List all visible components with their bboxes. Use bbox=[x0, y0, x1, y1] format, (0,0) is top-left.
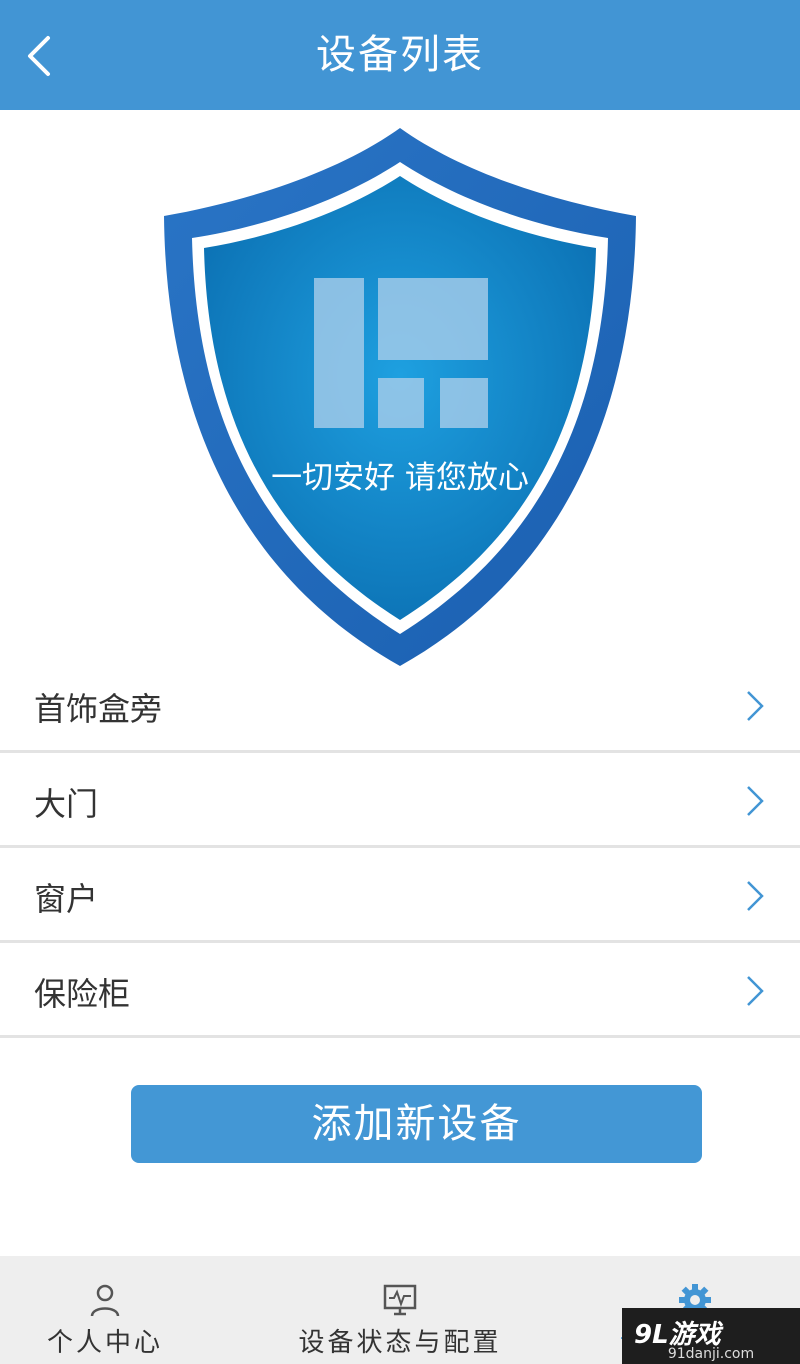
add-device-button[interactable]: 添加新设备 bbox=[131, 1085, 702, 1163]
device-list-item[interactable]: 大门 bbox=[0, 753, 800, 848]
chevron-right-icon bbox=[747, 691, 764, 721]
device-name: 窗户 bbox=[34, 880, 99, 918]
watermark: 9L游戏 91danji.com bbox=[622, 1308, 800, 1364]
chevron-right-icon bbox=[747, 881, 764, 911]
monitor-icon bbox=[383, 1284, 417, 1316]
top-bar: 设备列表 bbox=[0, 0, 800, 110]
tab-device-status[interactable]: 设备状态与配置 bbox=[270, 1256, 530, 1364]
tab-label: 设备状态与配置 bbox=[298, 1328, 502, 1358]
chevron-right-icon bbox=[747, 786, 764, 816]
shield-tagline: 一切安好 请您放心 bbox=[271, 460, 529, 496]
device-list-item[interactable]: 保险柜 bbox=[0, 943, 800, 1038]
watermark-site: 91danji.com bbox=[667, 1346, 755, 1362]
device-name: 首饰盒旁 bbox=[34, 690, 163, 728]
page-title: 设备列表 bbox=[316, 32, 484, 78]
chevron-right-icon bbox=[747, 976, 764, 1006]
device-name: 保险柜 bbox=[34, 975, 131, 1013]
device-list: 首饰盒旁 大门 窗户 保险柜 bbox=[0, 658, 800, 1038]
tab-label: 个人中心 bbox=[46, 1328, 163, 1358]
device-list-item[interactable]: 首饰盒旁 bbox=[0, 658, 800, 753]
device-name: 大门 bbox=[34, 785, 99, 823]
tab-personal-center[interactable]: 个人中心 bbox=[0, 1256, 210, 1364]
person-icon bbox=[90, 1284, 120, 1317]
device-list-item[interactable]: 窗户 bbox=[0, 848, 800, 943]
shield-logo-icon bbox=[164, 128, 636, 666]
